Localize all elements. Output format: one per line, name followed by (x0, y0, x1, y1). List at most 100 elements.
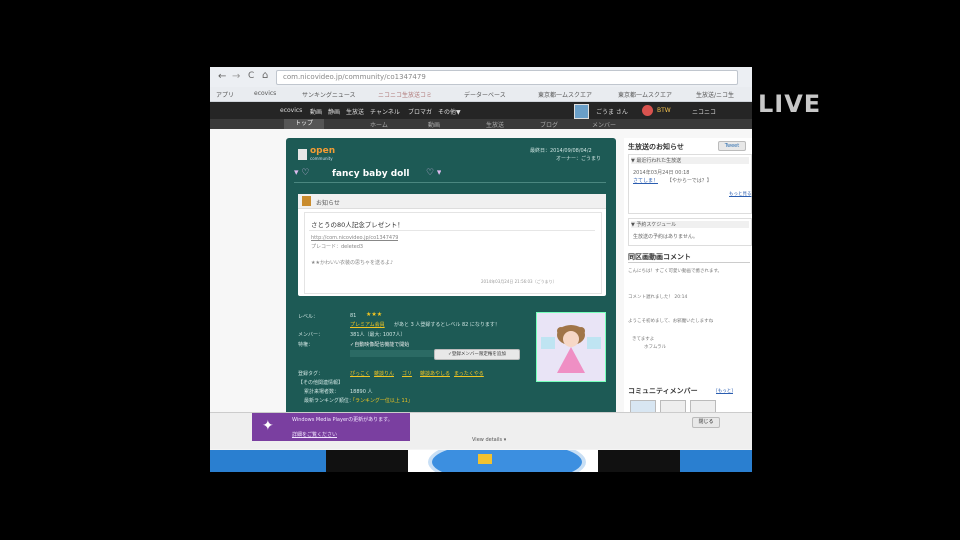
nav-item-video[interactable]: 動画 (310, 107, 322, 116)
letterbox-bottom (120, 472, 840, 540)
notification-text: Windows Media Playerの更新があります。 (292, 417, 393, 423)
rank-value: 「ランキング一位以上 11」 (350, 398, 413, 404)
heart-icon: ▾ ♡ (294, 168, 310, 178)
bookmark-item[interactable]: 東京都一ムスクエア (618, 90, 672, 99)
nav-item-blomaga[interactable]: ブロマガ (408, 107, 432, 116)
doll-illustration (541, 325, 601, 373)
premium-note: があと 3 人登録するとレベル 82 になります！ (394, 322, 500, 328)
reload-icon[interactable]: C (248, 71, 254, 81)
comment-item: きてますよ (632, 337, 655, 342)
site-top-nav: ecovics 動画 静画 生放送 チャンネル ブロマガ その他▼ ごうま さん… (210, 102, 752, 119)
schedule-label: ▼ 予約スケジュール (631, 221, 749, 228)
recent-live-more[interactable]: もっと見る (729, 191, 752, 197)
frame-right-edge (752, 67, 840, 472)
sparkle-icon: ✦ (262, 418, 274, 434)
comment-item: ホフムラル (644, 345, 667, 350)
open-sub: community (310, 156, 333, 161)
notice-link[interactable]: http://com.nicovideo.jp/co1347479 (311, 235, 398, 241)
rank-label: 最新ランキング順位： (304, 398, 354, 404)
notice-title: さとうの80人記念プレゼント！ (311, 221, 404, 229)
bookmark-item[interactable]: 生放送/ニコ生 (696, 90, 734, 99)
letterbox-left (0, 0, 120, 540)
notice-code: プレコード：deleted3 (311, 244, 364, 250)
comments-title: 同区画動画コメント (628, 253, 691, 261)
recent-live-meta: 【やからーでは？】 (667, 178, 712, 184)
nav-item-ecovics[interactable]: ecovics (280, 107, 302, 114)
tweet-button[interactable]: Tweet (718, 141, 746, 151)
premium-link[interactable]: プレミアム会員 (350, 321, 385, 328)
bookmarks-bar: アプリ ecovics サンキングニュース ニコニコ生放送コミ データーベース … (210, 87, 752, 102)
community-panel: open community 最終日：2014/09/08/04/2 オーナー：… (286, 138, 616, 419)
members-label: メンバー： (298, 332, 324, 338)
user-name[interactable]: ごうま さん (596, 107, 628, 116)
browser-window: ← → C ⌂ com.nicovideo.jp/community/co134… (210, 67, 752, 472)
level-label: レベル： (298, 314, 319, 320)
bookmark-item[interactable]: サンキングニュース (302, 90, 356, 99)
member-limit-button[interactable]: ✓登録メンバー限定権を追加 (434, 349, 520, 360)
schedule-text: 生放送の予約はありません。 (633, 234, 698, 240)
bookmark-item[interactable]: 東京都一ムスクエア (538, 90, 592, 99)
close-button[interactable]: 閉じる (692, 417, 720, 428)
user-avatar[interactable] (574, 104, 589, 119)
nav-item-more[interactable]: その他▼ (438, 107, 461, 116)
tags-label: 登録タグ： (298, 371, 324, 377)
letterbox-right (840, 0, 960, 540)
level-stars: ★★★ (366, 311, 383, 318)
tab-home[interactable]: ホーム (370, 120, 388, 129)
schedule-box: ▼ 予約スケジュール 生放送の予約はありません。 (628, 218, 752, 246)
heart-icon: ♡ ▾ (426, 168, 442, 178)
visits-value: 18890 人 (350, 389, 373, 395)
members-more[interactable]: [もっと] (716, 388, 733, 394)
members-title: コミュニティメンバー (628, 387, 698, 395)
user-badge-icon (642, 105, 653, 116)
notice-icon (302, 196, 311, 206)
notice-body: ★★かわいい衣装の思ちゃを送るよ♪ (311, 260, 394, 266)
address-url: com.nicovideo.jp/community/co1347479 (283, 73, 426, 81)
desktop-strip (210, 450, 752, 472)
comment-item: こんにちは！すごく可愛い動画で癒されます。 (628, 269, 723, 274)
bookmark-item[interactable]: データーベース (464, 90, 506, 99)
notification-box[interactable]: ✦ Windows Media Playerの更新があります。 詳細をご覧くださ… (252, 413, 410, 441)
community-title-bar: ▾ ♡ fancy baby doll ♡ ▾ (294, 168, 606, 183)
level-value: 81 (350, 313, 357, 319)
tab-video[interactable]: 動画 (428, 120, 440, 129)
members-value: 381人（最大: 1007人） (350, 332, 406, 338)
notice-divider (309, 230, 595, 231)
recent-live-link[interactable]: さてしま！ (633, 177, 658, 184)
tag-link[interactable]: ぴっこく (350, 370, 370, 377)
tab-top[interactable]: トップ (284, 119, 324, 129)
comments-divider (628, 262, 750, 263)
back-icon[interactable]: ← (218, 71, 226, 82)
view-details-dropdown[interactable]: View details ▾ (472, 437, 506, 443)
user-menu[interactable]: ニコニコ (692, 107, 716, 116)
tag-link[interactable]: まったくやる (454, 370, 484, 377)
community-title: fancy baby doll (332, 169, 410, 179)
home-icon[interactable]: ⌂ (262, 70, 268, 81)
tag-link[interactable]: 雑談りん (374, 370, 394, 377)
notice-content: さとうの80人記念プレゼント！ http://com.nicovideo.jp/… (304, 212, 602, 294)
comment-item: ようこそ初めまして、お邪魔いたしますね (628, 319, 714, 324)
address-bar[interactable]: com.nicovideo.jp/community/co1347479 (276, 70, 738, 85)
tab-live[interactable]: 生放送 (486, 120, 504, 129)
recent-live-date: 2014年03月24日 00:18 (633, 170, 690, 176)
forward-icon[interactable]: → (232, 71, 240, 82)
right-panel: 生放送のお知らせ Tweet ▼ 最近行われた生放送 2014年03月24日 0… (624, 138, 752, 421)
bookmark-item[interactable]: アプリ (216, 90, 234, 99)
live-notice-title: 生放送のお知らせ (628, 143, 684, 151)
nav-item-live[interactable]: 生放送 (346, 107, 364, 116)
tab-blog[interactable]: ブログ (540, 120, 558, 129)
recent-live-box: ▼ 最近行われた生放送 2014年03月24日 00:18 さてしま！ 【やから… (628, 154, 752, 214)
nav-item-seiga[interactable]: 静画 (328, 107, 340, 116)
bookmark-item[interactable]: ecovics (254, 90, 276, 97)
community-tabs: トップ ホーム 動画 生放送 ブログ メンバー (210, 119, 752, 129)
tag-link[interactable]: ゴリ (402, 370, 412, 377)
open-label: open (310, 146, 336, 156)
desktop-wallpaper (408, 450, 598, 472)
nav-item-channel[interactable]: チャンネル (370, 107, 400, 116)
tab-members[interactable]: メンバー (592, 120, 616, 129)
bookmark-item[interactable]: ニコニコ生放送コミ (378, 90, 432, 99)
tag-link[interactable]: 雑談あやしる (420, 370, 450, 377)
notice-header: お知らせ (298, 194, 606, 209)
open-logo-icon (298, 149, 307, 160)
notification-link[interactable]: 詳細をご覧ください (292, 431, 337, 438)
